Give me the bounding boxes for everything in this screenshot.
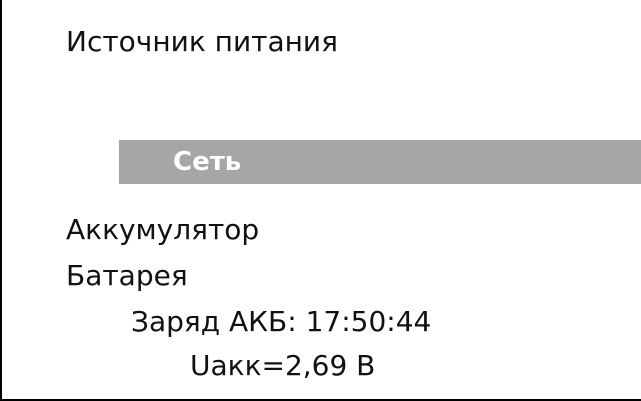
battery-voltage-status: Uакк=2,69 В: [190, 349, 376, 382]
power-source-screen: Источник питания Сеть Аккумулятор Батаре…: [0, 0, 641, 401]
menu-item-accumulator[interactable]: Аккумулятор: [66, 212, 259, 248]
menu-item-battery[interactable]: Батарея: [66, 258, 188, 294]
left-border: [0, 0, 2, 401]
page-title: Источник питания: [66, 25, 338, 58]
battery-charge-status: Заряд АКБ: 17:50:44: [131, 305, 432, 338]
menu-item-network-label: Сеть: [173, 147, 242, 177]
menu-item-network[interactable]: Сеть: [119, 140, 641, 184]
